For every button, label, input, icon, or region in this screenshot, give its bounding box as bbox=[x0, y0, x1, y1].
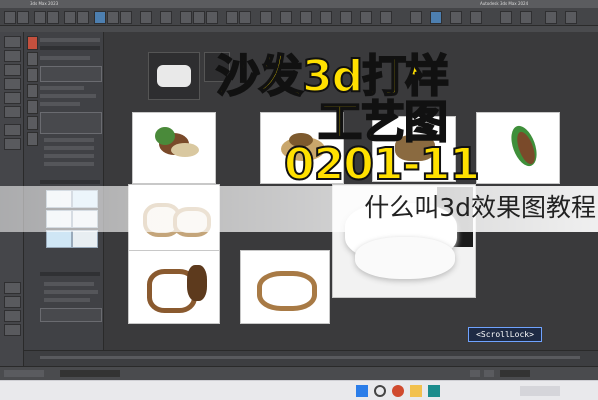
sofa-frame-render[interactable] bbox=[128, 250, 220, 324]
select-name-button[interactable] bbox=[77, 11, 89, 24]
move-button[interactable] bbox=[94, 11, 106, 24]
panel-row bbox=[40, 38, 100, 42]
frame-field[interactable] bbox=[500, 370, 530, 377]
panel-row bbox=[44, 298, 90, 302]
zoom-icon[interactable] bbox=[4, 296, 21, 308]
panel-row bbox=[40, 86, 84, 90]
panel-row bbox=[44, 138, 94, 142]
mirror-button[interactable] bbox=[226, 11, 238, 24]
panel-tab-hierarchy[interactable] bbox=[27, 68, 38, 82]
schematic-button[interactable] bbox=[300, 11, 312, 24]
main-toolbar bbox=[0, 8, 598, 26]
modify-icon[interactable] bbox=[4, 50, 21, 62]
material-thumbnail[interactable] bbox=[46, 230, 72, 248]
unlink-button[interactable] bbox=[47, 11, 59, 24]
snap-button[interactable] bbox=[180, 11, 192, 24]
folder-icon[interactable] bbox=[410, 385, 422, 397]
overlay-title-line1: 沙发3d打样 bbox=[215, 51, 450, 103]
prompt-line bbox=[60, 370, 120, 377]
tool-button-e[interactable] bbox=[500, 11, 512, 24]
search-icon[interactable] bbox=[374, 385, 386, 397]
viewport-nav-icon[interactable] bbox=[4, 282, 21, 294]
material-thumbnail[interactable] bbox=[72, 230, 98, 248]
tool-button-d[interactable] bbox=[470, 11, 482, 24]
title-bar: 3ds Max 2023 Autodesk 3ds Max 2024 bbox=[0, 0, 598, 8]
panel-row bbox=[40, 180, 100, 184]
status-bar bbox=[0, 366, 598, 380]
layer-button[interactable] bbox=[260, 11, 272, 24]
tool-button-f[interactable] bbox=[520, 11, 532, 24]
overlay-title-line3: 0201-11 bbox=[283, 139, 481, 191]
tool-button-a[interactable] bbox=[410, 11, 422, 24]
undo-button[interactable] bbox=[4, 11, 16, 24]
create-icon[interactable] bbox=[4, 36, 21, 48]
scene-explorer-icon[interactable] bbox=[4, 124, 21, 136]
panel-row bbox=[44, 162, 94, 166]
play-button[interactable] bbox=[470, 370, 480, 377]
select-button[interactable] bbox=[64, 11, 76, 24]
sofa-render-image[interactable] bbox=[476, 112, 560, 184]
panel-row bbox=[44, 290, 98, 294]
scroll-lock-badge: <ScrollLock> bbox=[468, 327, 542, 342]
3dsmax-icon[interactable] bbox=[428, 385, 440, 397]
tool-button-h[interactable] bbox=[565, 11, 577, 24]
render-setup-button[interactable] bbox=[340, 11, 352, 24]
curve-editor-button[interactable] bbox=[280, 11, 292, 24]
rotate-button[interactable] bbox=[107, 11, 119, 24]
tool-button-g[interactable] bbox=[545, 11, 557, 24]
caption-text: 什么叫3d效果图教程 bbox=[364, 193, 596, 222]
panel-group bbox=[40, 308, 102, 322]
panel-tab-motion[interactable] bbox=[27, 84, 38, 98]
tool-button-c[interactable] bbox=[450, 11, 462, 24]
utilities-icon[interactable] bbox=[4, 106, 21, 118]
panel-row bbox=[40, 46, 100, 50]
redo-button[interactable] bbox=[17, 11, 29, 24]
window-title: 3ds Max 2023 bbox=[30, 1, 59, 6]
display-icon[interactable] bbox=[4, 92, 21, 104]
panel-row bbox=[40, 272, 100, 276]
sofa-render-image[interactable] bbox=[132, 112, 216, 184]
scale-button[interactable] bbox=[120, 11, 132, 24]
motion-icon[interactable] bbox=[4, 78, 21, 90]
panel-group bbox=[40, 112, 102, 134]
align-button[interactable] bbox=[239, 11, 251, 24]
panel-tab-modify[interactable] bbox=[27, 52, 38, 66]
panel-tab-display[interactable] bbox=[27, 100, 38, 114]
hierarchy-icon[interactable] bbox=[4, 64, 21, 76]
windows-start-icon[interactable] bbox=[356, 385, 368, 397]
pivot-button[interactable] bbox=[160, 11, 172, 24]
panel-row bbox=[40, 56, 90, 60]
render-button[interactable] bbox=[380, 11, 392, 24]
panel-tab-extra[interactable] bbox=[27, 132, 38, 146]
next-frame-button[interactable] bbox=[484, 370, 494, 377]
sofa-frame-render[interactable] bbox=[240, 250, 330, 324]
system-tray[interactable] bbox=[520, 386, 560, 396]
taskbar bbox=[0, 380, 598, 400]
panel-row bbox=[44, 146, 94, 150]
panel-tab-create[interactable] bbox=[27, 36, 38, 50]
panel-row bbox=[40, 94, 96, 98]
panel-row bbox=[40, 102, 80, 106]
panel-group bbox=[40, 66, 102, 82]
link-button[interactable] bbox=[34, 11, 46, 24]
time-slider-track[interactable] bbox=[40, 356, 580, 359]
percent-snap-button[interactable] bbox=[206, 11, 218, 24]
tool-button-b[interactable] bbox=[430, 11, 442, 24]
angle-snap-button[interactable] bbox=[193, 11, 205, 24]
filter-icon[interactable] bbox=[4, 138, 21, 150]
orbit-icon[interactable] bbox=[4, 324, 21, 336]
browser-icon[interactable] bbox=[392, 385, 404, 397]
panel-tab-utilities[interactable] bbox=[27, 116, 38, 130]
panel-row bbox=[44, 154, 94, 158]
reference-button[interactable] bbox=[140, 11, 152, 24]
material-editor-button[interactable] bbox=[320, 11, 332, 24]
render-frame-button[interactable] bbox=[360, 11, 372, 24]
pan-icon[interactable] bbox=[4, 310, 21, 322]
window-title-right: Autodesk 3ds Max 2024 bbox=[480, 1, 529, 6]
maxscript-listener[interactable] bbox=[4, 370, 44, 377]
reference-image[interactable] bbox=[148, 52, 200, 100]
panel-row bbox=[44, 282, 94, 286]
